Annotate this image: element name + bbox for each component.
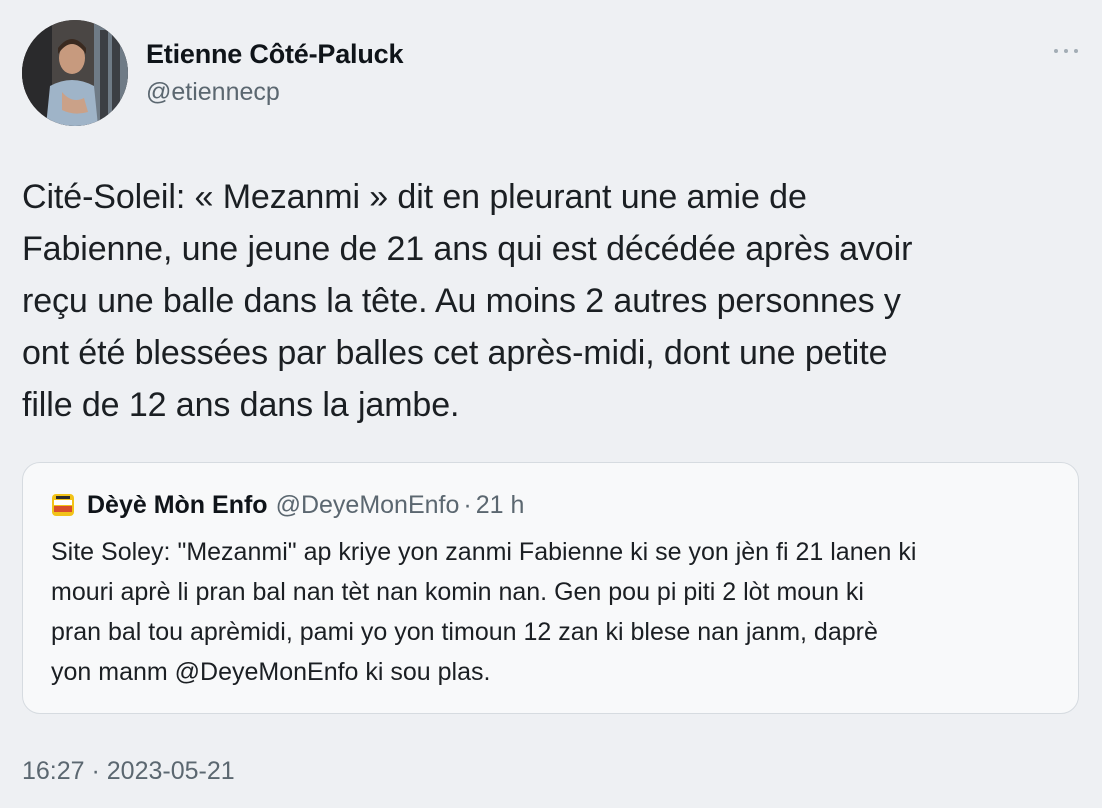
tweet-text-line: Cité-Soleil: « Mezanmi » dit en pleurant… [22,178,807,216]
separator-dot: · [463,490,472,519]
tweet-text-line: Fabienne, une jeune de 21 ans qui est dé… [22,230,913,268]
tweet-timestamp[interactable]: 16:27 · 2023-05-21 [22,757,235,786]
quoted-author-logo-icon [51,493,75,517]
more-horizontal-icon[interactable] [1054,46,1078,56]
quoted-text-line: mouri aprè li pran bal nan tèt nan komin… [51,578,864,606]
tweet-header: Etienne Côté-Paluck @etiennecp [22,20,1082,128]
quoted-tweet-text: Site Soley: "Mezanmi" ap kriye yon zanmi… [51,532,1061,692]
author-name[interactable]: Etienne Côté-Paluck [146,39,403,70]
quoted-author-name[interactable]: Dèyè Mòn Enfo [87,491,268,520]
quoted-tweet-header: Dèyè Mòn Enfo @DeyeMonEnfo · 21 h [51,489,524,521]
author-handle[interactable]: @etiennecp [146,78,280,107]
quoted-text-line: Site Soley: "Mezanmi" ap kriye yon zanmi… [51,538,917,566]
quoted-tweet-time[interactable]: 21 h [476,491,525,520]
avatar-photo [22,20,128,126]
tweet-text-line: fille de 12 ans dans la jambe. [22,386,460,424]
tweet-text-line: ont été blessées par balles cet après-mi… [22,334,888,372]
author-avatar[interactable] [22,20,128,126]
quoted-text-line: yon manm @DeyeMonEnfo ki sou plas. [51,658,491,686]
quoted-author-handle[interactable]: @DeyeMonEnfo [276,491,460,520]
tweet-text: Cité-Soleil: « Mezanmi » dit en pleurant… [22,171,1062,431]
tweet-text-line: reçu une balle dans la tête. Au moins 2 … [22,282,901,320]
quoted-text-line: pran bal tou aprèmidi, pami yo yon timou… [51,618,878,646]
quoted-tweet-card[interactable]: Dèyè Mòn Enfo @DeyeMonEnfo · 21 h Site S… [22,462,1079,714]
